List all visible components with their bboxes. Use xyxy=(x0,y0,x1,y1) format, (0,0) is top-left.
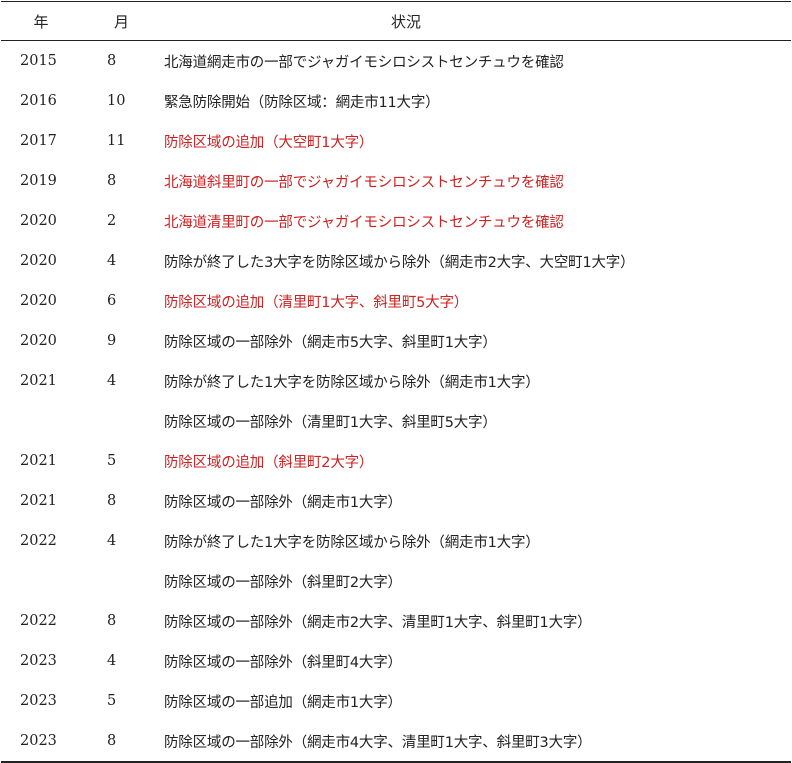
table-row: 2021 8 防除区域の一部除外（網走市1大字） xyxy=(1,481,791,521)
table-row: 2022 4 防除が終了した1大字を防除区域から除外（網走市1大字） xyxy=(1,521,791,561)
month-cell: 2 xyxy=(107,213,117,229)
status-cell: 北海道清里町の一部でジャガイモシロシストセンチュウを確認 xyxy=(164,214,564,231)
table-row: 2020 6 防除区域の追加（清里町1大字、斜里町5大字） xyxy=(1,281,791,321)
header-status: 状況 xyxy=(390,12,421,31)
status-cell: 防除区域の一部除外（網走市5大字、斜里町1大字） xyxy=(164,334,497,351)
year-cell: 2020 xyxy=(20,213,57,229)
month-cell: 8 xyxy=(107,493,117,509)
status-cell: 北海道斜里町の一部でジャガイモシロシストセンチュウを確認 xyxy=(164,174,564,191)
year-cell: 2020 xyxy=(20,293,57,309)
table-row: 2021 4 防除が終了した1大字を防除区域から除外（網走市1大字） xyxy=(1,361,791,401)
status-cell: 防除区域の一部除外（網走市4大字、清里町1大字、斜里町3大字） xyxy=(164,734,592,751)
table-body: 2015 8 北海道網走市の一部でジャガイモシロシストセンチュウを確認 2016 10 緊… xyxy=(1,41,791,761)
month-cell: 4 xyxy=(107,253,117,269)
status-cell: 防除区域の追加（大空町1大字） xyxy=(164,134,374,151)
table-row: 防除区域の一部除外（斜里町2大字） xyxy=(1,561,791,601)
table-row: 2019 8 北海道斜里町の一部でジャガイモシロシストセンチュウを確認 xyxy=(1,161,791,201)
table-row: 2021 5 防除区域の追加（斜里町2大字） xyxy=(1,441,791,481)
table-row: 2020 9 防除区域の一部除外（網走市5大字、斜里町1大字） xyxy=(1,321,791,361)
status-cell: 防除区域の一部除外（清里町1大字、斜里町5大字） xyxy=(164,414,497,431)
table-row: 2015 8 北海道網走市の一部でジャガイモシロシストセンチュウを確認 xyxy=(1,41,791,81)
table-header: 年 月 状況 xyxy=(1,2,791,40)
month-cell: 11 xyxy=(107,133,126,149)
status-cell: 防除が終了した1大字を防除区域から除外（網走市1大字） xyxy=(164,374,540,391)
header-year: 年 xyxy=(33,12,49,31)
status-cell: 防除が終了した1大字を防除区域から除外（網走市1大字） xyxy=(164,534,540,551)
status-cell: 防除区域の一部除外（斜里町2大字） xyxy=(164,574,402,591)
history-table: 年 月 状況 2015 8 北海道網走市の一部でジャガイモシロシストセンチュウを確認… xyxy=(1,1,791,763)
table-row: 2022 8 防除区域の一部除外（網走市2大字、清里町1大字、斜里町1大字） xyxy=(1,601,791,641)
year-cell: 2021 xyxy=(20,453,57,469)
status-cell: 緊急防除開始（防除区域：網走市11大字） xyxy=(164,94,440,111)
status-cell: 防除区域の一部除外（斜里町4大字） xyxy=(164,654,402,671)
table-row: 2023 8 防除区域の一部除外（網走市4大字、清里町1大字、斜里町3大字） xyxy=(1,721,791,761)
year-cell: 2016 xyxy=(20,93,57,109)
year-cell: 2022 xyxy=(20,533,57,549)
header-month: 月 xyxy=(114,12,130,31)
month-cell: 8 xyxy=(107,173,117,189)
status-cell: 防除区域の追加（斜里町2大字） xyxy=(164,454,374,471)
month-cell: 5 xyxy=(107,453,117,469)
year-cell: 2021 xyxy=(20,493,57,509)
year-cell: 2022 xyxy=(20,613,57,629)
year-cell: 2021 xyxy=(20,373,57,389)
year-cell: 2023 xyxy=(20,693,57,709)
month-cell: 4 xyxy=(107,533,117,549)
month-cell: 5 xyxy=(107,693,117,709)
status-cell: 防除区域の一部除外（網走市1大字） xyxy=(164,494,402,511)
month-cell: 10 xyxy=(107,93,126,109)
month-cell: 4 xyxy=(107,373,117,389)
year-cell: 2020 xyxy=(20,253,57,269)
year-cell: 2019 xyxy=(20,173,57,189)
status-cell: 北海道網走市の一部でジャガイモシロシストセンチュウを確認 xyxy=(164,54,564,71)
month-cell: 8 xyxy=(107,53,117,69)
status-cell: 防除区域の一部除外（網走市2大字、清里町1大字、斜里町1大字） xyxy=(164,614,592,631)
year-cell: 2020 xyxy=(20,333,57,349)
month-cell: 4 xyxy=(107,653,117,669)
table-row: 2017 11 防除区域の追加（大空町1大字） xyxy=(1,121,791,161)
month-cell: 6 xyxy=(107,293,117,309)
table-row: 防除区域の一部除外（清里町1大字、斜里町5大字） xyxy=(1,401,791,441)
year-cell: 2023 xyxy=(20,653,57,669)
status-cell: 防除区域の一部追加（網走市1大字） xyxy=(164,694,402,711)
year-cell: 2023 xyxy=(20,733,57,749)
status-cell: 防除が終了した3大字を防除区域から除外（網走市2大字、大空町1大字） xyxy=(164,254,635,271)
month-cell: 9 xyxy=(107,333,117,349)
table-row: 2020 2 北海道清里町の一部でジャガイモシロシストセンチュウを確認 xyxy=(1,201,791,241)
year-cell: 2015 xyxy=(20,53,57,69)
month-cell: 8 xyxy=(107,613,117,629)
year-cell: 2017 xyxy=(20,133,57,149)
month-cell: 8 xyxy=(107,733,117,749)
table-row: 2023 5 防除区域の一部追加（網走市1大字） xyxy=(1,681,791,721)
table-row: 2020 4 防除が終了した3大字を防除区域から除外（網走市2大字、大空町1大字） xyxy=(1,241,791,281)
table-row: 2023 4 防除区域の一部除外（斜里町4大字） xyxy=(1,641,791,681)
status-cell: 防除区域の追加（清里町1大字、斜里町5大字） xyxy=(164,294,469,311)
table-row: 2016 10 緊急防除開始（防除区域：網走市11大字） xyxy=(1,81,791,121)
